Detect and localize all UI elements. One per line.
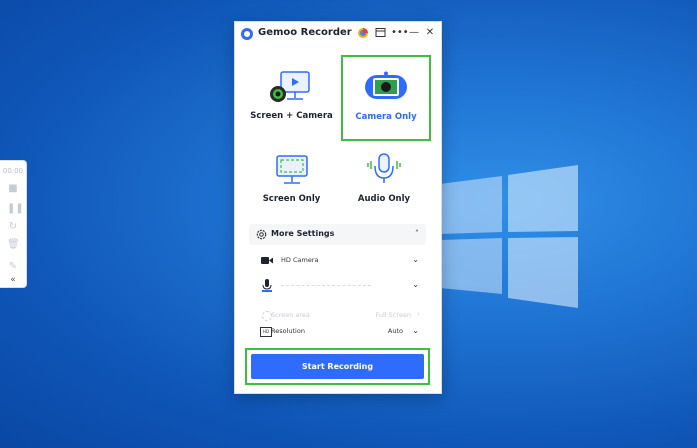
resolution-select[interactable]: HD Resolution Auto ⌄ [253, 324, 421, 340]
mode-label: Camera Only [355, 112, 417, 122]
screen-camera-icon [270, 71, 310, 102]
pause-icon[interactable]: ❚❚ [7, 203, 24, 215]
delete-icon[interactable]: 🗑 [7, 239, 20, 251]
collapse-icon[interactable]: « [7, 274, 19, 286]
more-icon[interactable]: ••• [391, 27, 409, 39]
draw-icon[interactable]: ✎ [7, 261, 19, 273]
screen-area-label: Screen area [271, 311, 310, 319]
browser-icon[interactable] [357, 27, 369, 39]
mode-label: Screen + Camera [250, 111, 333, 121]
calendar-icon[interactable] [374, 27, 386, 39]
app-title: Gemoo Recorder [258, 27, 352, 38]
microphone-select[interactable]: ⌄ [253, 277, 421, 295]
audio-level-meter [281, 285, 371, 287]
screen-area-setting: Screen area Full Screen › [253, 308, 421, 324]
timer-text: 00:00 [2, 167, 24, 175]
screen-icon [276, 155, 308, 184]
windows-logo [440, 165, 578, 308]
mode-screen-camera[interactable]: Screen + Camera [243, 56, 340, 138]
chevron-up-icon: ˄ [415, 229, 419, 238]
more-settings-header[interactable]: More Settings ˄ [249, 224, 426, 245]
video-camera-icon [261, 257, 273, 264]
mode-screen-only[interactable]: Screen Only [243, 142, 340, 224]
camera-icon [365, 71, 407, 99]
more-settings-label: More Settings [271, 229, 335, 238]
screen-area-value: Full Screen [375, 311, 411, 319]
app-logo-icon [241, 28, 253, 40]
resolution-value: Auto [387, 327, 403, 335]
recorder-window: Gemoo Recorder ••• — ✕ Screen + Camera C… [234, 21, 442, 394]
floating-recorder-toolbar: 00:00 ■ ❚❚ ↻ 🗑 ✎ « [0, 160, 27, 288]
camera-value: HD Camera [281, 256, 319, 264]
microphone-small-icon [262, 279, 272, 292]
mode-label: Audio Only [357, 194, 411, 204]
resolution-label: Resolution [271, 327, 305, 335]
microphone-icon [367, 153, 401, 183]
stop-icon[interactable]: ■ [7, 183, 19, 195]
mode-label: Screen Only [262, 194, 321, 204]
chevron-right-icon: › [417, 310, 420, 318]
chevron-down-icon: ⌄ [412, 280, 419, 289]
start-recording-button[interactable]: Start Recording [251, 354, 424, 379]
minimize-icon[interactable]: — [408, 27, 420, 39]
gear-icon [256, 229, 267, 240]
mode-camera-only[interactable]: Camera Only [341, 55, 431, 141]
chevron-down-icon: ⌄ [412, 326, 419, 335]
camera-select[interactable]: HD Camera ⌄ [253, 253, 421, 269]
close-icon[interactable]: ✕ [424, 27, 436, 39]
restart-icon[interactable]: ↻ [7, 221, 19, 233]
start-recording-highlight: Start Recording [245, 348, 430, 385]
title-bar: Gemoo Recorder ••• — ✕ [235, 22, 441, 46]
mode-audio-only[interactable]: Audio Only [341, 142, 427, 224]
chevron-down-icon: ⌄ [412, 255, 419, 264]
